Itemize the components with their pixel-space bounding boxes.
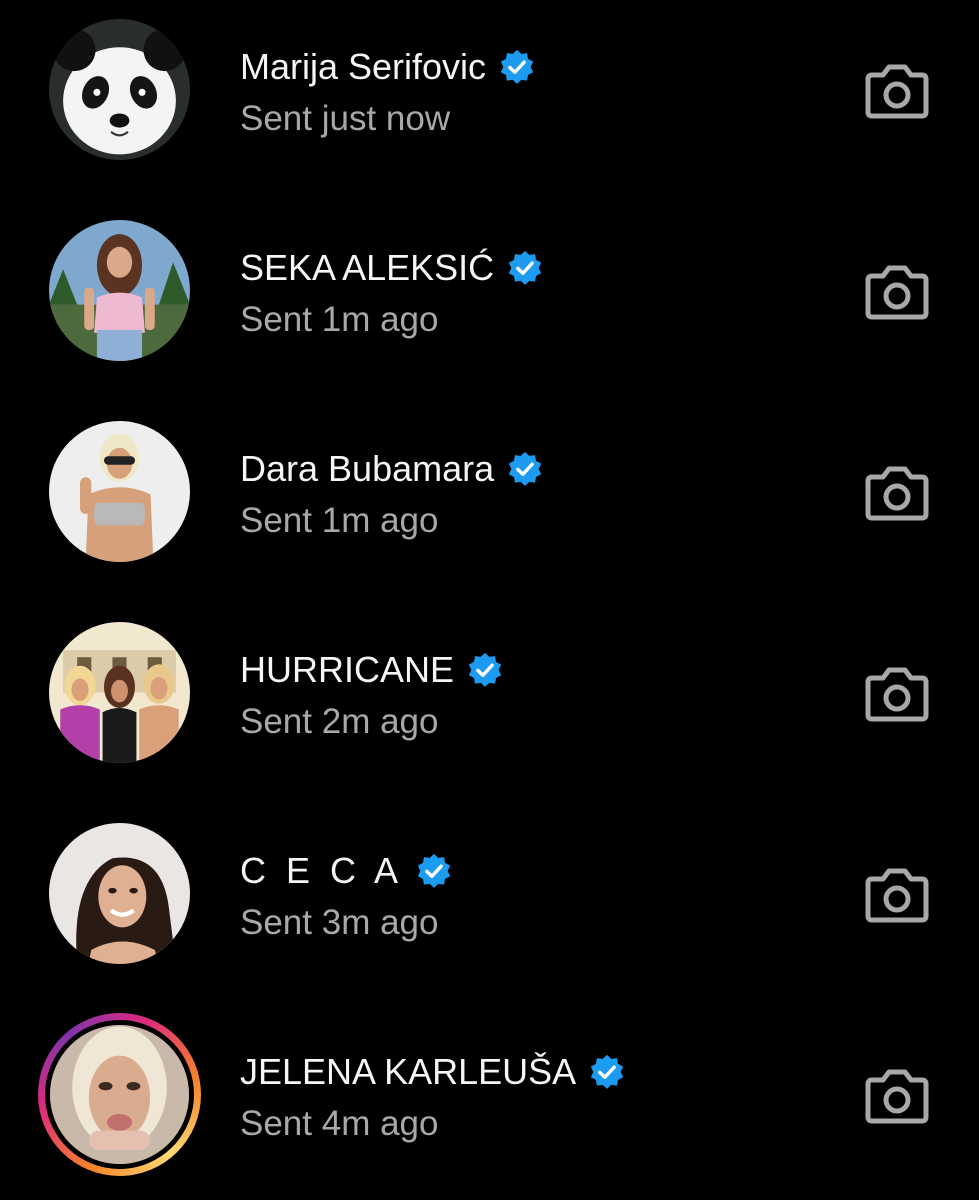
message-status: Sent 2m ago	[240, 702, 439, 741]
camera-icon[interactable]	[864, 462, 930, 524]
camera-icon[interactable]	[864, 864, 930, 926]
avatar-story-ring[interactable]	[38, 1013, 201, 1176]
user-photo-avatar	[49, 421, 190, 562]
verified-badge-icon	[417, 853, 451, 888]
user-photo-avatar	[49, 220, 190, 361]
message-status: Sent just now	[240, 99, 451, 138]
message-status: Sent 3m ago	[240, 903, 439, 942]
verified-badge-icon	[591, 1054, 624, 1089]
contact-name: Marija Serifovic	[240, 46, 487, 87]
contact-name: Dara Bubamara	[240, 448, 495, 489]
contact-name: C E C A	[240, 850, 404, 891]
camera-icon[interactable]	[864, 663, 930, 725]
verified-badge-icon	[509, 250, 542, 285]
avatar[interactable]	[49, 823, 190, 964]
conversation-row[interactable]: SEKA ALEKSIĆ Sent 1m ago	[0, 201, 979, 402]
avatar[interactable]	[49, 622, 190, 763]
camera-icon[interactable]	[864, 60, 930, 122]
camera-icon[interactable]	[864, 261, 930, 323]
user-photo-avatar	[45, 1020, 194, 1169]
conversation-row[interactable]: Marija Serifovic Sent just now	[0, 0, 979, 201]
message-status: Sent 1m ago	[240, 300, 439, 339]
conversation-row[interactable]: HURRICANE Sent 2m ago	[0, 603, 979, 804]
group-photo-avatar	[49, 622, 190, 763]
user-photo-avatar	[49, 823, 190, 964]
contact-name: JELENA KARLEUŠA	[240, 1051, 577, 1092]
conversation-row[interactable]: C E C A Sent 3m ago	[0, 804, 979, 1005]
message-status: Sent 4m ago	[240, 1104, 439, 1143]
verified-badge-icon	[468, 652, 502, 687]
camera-icon[interactable]	[864, 1065, 930, 1127]
avatar[interactable]	[49, 421, 190, 562]
panda-avatar-image	[49, 19, 190, 160]
message-status: Sent 1m ago	[240, 501, 439, 540]
conversation-row[interactable]: Dara Bubamara Sent 1m ago	[0, 402, 979, 603]
verified-badge-icon	[500, 49, 534, 84]
conversation-row[interactable]: JELENA KARLEUŠA Sent 4m ago	[0, 1005, 979, 1200]
direct-messages-list: Marija Serifovic Sent just now SEKA ALEK…	[0, 0, 979, 1200]
avatar[interactable]	[49, 220, 190, 361]
contact-name: HURRICANE	[240, 649, 455, 690]
avatar[interactable]	[49, 19, 190, 160]
contact-name: SEKA ALEKSIĆ	[240, 247, 495, 288]
verified-badge-icon	[508, 451, 542, 486]
